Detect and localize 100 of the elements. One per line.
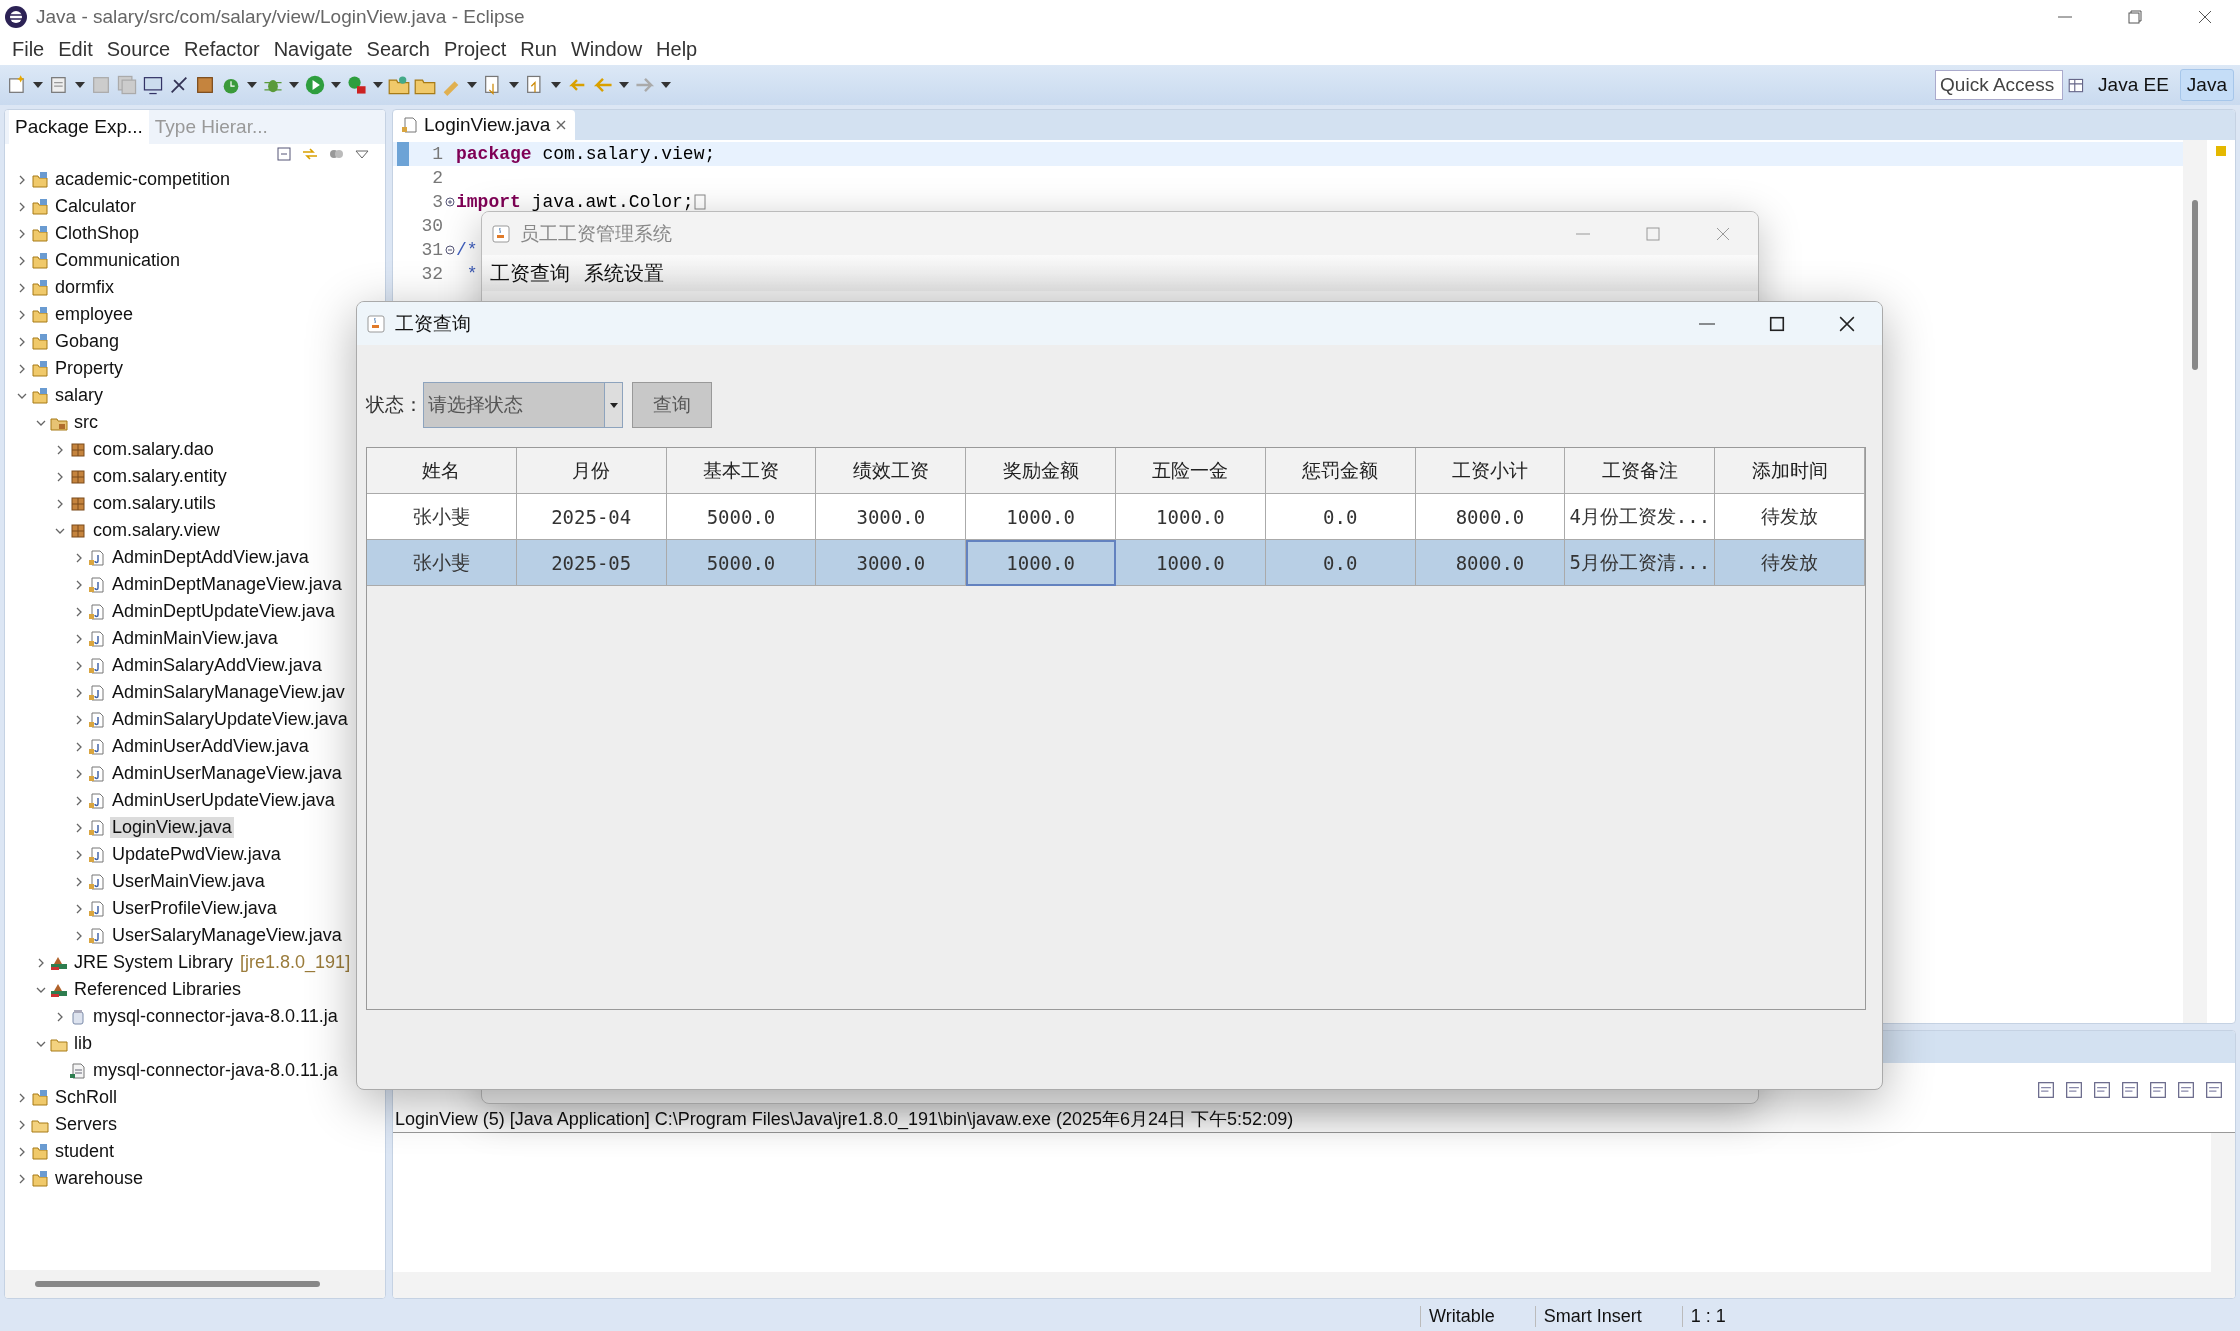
tree-item[interactable]: salary <box>53 385 105 406</box>
column-header[interactable]: 五险一金 <box>1116 448 1266 494</box>
menu-item[interactable]: Source <box>104 37 183 61</box>
dropdown-icon[interactable] <box>246 80 258 90</box>
column-header[interactable]: 工资小计 <box>1415 448 1566 494</box>
chevron-right-icon[interactable] <box>17 255 27 266</box>
menu-item[interactable]: Project <box>442 37 519 61</box>
scrollbar-track[interactable] <box>393 1272 2235 1298</box>
tree-item[interactable]: Referenced Libraries <box>72 979 244 1000</box>
chevron-right-icon[interactable] <box>74 849 84 860</box>
perspective-button[interactable]: Java EE <box>2091 69 2176 101</box>
menu-item[interactable]: Edit <box>56 37 105 61</box>
dropdown-icon[interactable] <box>74 80 86 90</box>
scrollbar-thumb[interactable] <box>35 1281 320 1287</box>
tree-item[interactable]: AdminUserUpdateView.java <box>110 790 337 811</box>
column-header[interactable]: 基本工资 <box>666 448 817 494</box>
menu-item[interactable]: 工资查询 <box>490 259 570 287</box>
tree-item[interactable]: Property <box>53 358 126 379</box>
tree-item[interactable]: AdminUserAddView.java <box>110 736 311 757</box>
chevron-right-icon[interactable] <box>55 444 65 455</box>
perspective-button[interactable]: Java <box>2179 69 2234 101</box>
tree-item[interactable]: mysql-connector-java-8.0.11.ja <box>91 1006 340 1027</box>
tree-item[interactable]: AdminDeptAddView.java <box>110 547 311 568</box>
chevron-right-icon[interactable] <box>17 282 27 293</box>
tree-item[interactable]: JRE System Library <box>72 952 236 973</box>
tree-item[interactable]: UserMainView.java <box>110 871 267 892</box>
chevron-right-icon[interactable] <box>17 228 27 239</box>
column-header[interactable]: 姓名 <box>367 448 517 494</box>
tree-item[interactable]: Communication <box>53 250 183 271</box>
tree-item[interactable]: AdminSalaryAddView.java <box>110 655 324 676</box>
chevron-right-icon[interactable] <box>17 363 27 374</box>
column-header[interactable]: 月份 <box>516 448 667 494</box>
tree-item[interactable]: src <box>72 412 100 433</box>
dropdown-icon[interactable] <box>372 80 384 90</box>
menu-item[interactable]: Window <box>568 37 655 61</box>
tree-item[interactable]: employee <box>53 304 136 325</box>
tree-item[interactable]: LoginView.java <box>110 817 234 838</box>
dropdown-icon[interactable] <box>550 80 562 90</box>
tree-item[interactable]: Gobang <box>53 331 122 352</box>
tree-item[interactable]: AdminDeptManageView.java <box>110 574 344 595</box>
menu-item[interactable]: File <box>10 37 57 61</box>
chevron-right-icon[interactable] <box>74 606 84 617</box>
tree-item[interactable]: AdminSalaryManageView.jav <box>110 682 347 703</box>
tree-item[interactable]: academic-competition <box>53 169 233 190</box>
tree-item[interactable]: com.salary.entity <box>91 466 229 487</box>
status-dropdown[interactable]: 请选择状态 <box>423 382 623 428</box>
scrollbar-thumb[interactable] <box>2192 200 2198 370</box>
dropdown-icon[interactable] <box>32 80 44 90</box>
menu-item[interactable]: Run <box>518 37 569 61</box>
menu-item[interactable]: Navigate <box>271 37 365 61</box>
run-tool-icon[interactable] <box>346 74 368 96</box>
tree-item[interactable]: com.salary.dao <box>91 439 216 460</box>
chevron-right-icon[interactable] <box>74 768 84 779</box>
chevron-right-icon[interactable] <box>17 309 27 320</box>
chevron-right-icon[interactable] <box>36 957 46 968</box>
menu-item[interactable]: Help <box>654 37 710 61</box>
chevron-right-icon[interactable] <box>17 1092 27 1103</box>
chevron-right-icon[interactable] <box>74 903 84 914</box>
dropdown-icon[interactable] <box>508 80 520 90</box>
tree-item[interactable]: com.salary.view <box>91 520 222 541</box>
tree-item[interactable]: SchRoll <box>53 1087 120 1108</box>
tree-item[interactable]: UpdatePwdView.java <box>110 844 283 865</box>
chevron-right-icon[interactable] <box>17 336 27 347</box>
dropdown-icon[interactable] <box>330 80 342 90</box>
tree-item[interactable]: com.salary.utils <box>91 493 218 514</box>
menu-item[interactable]: 系统设置 <box>584 259 664 287</box>
tree-item[interactable]: lib <box>72 1033 94 1054</box>
chevron-right-icon[interactable] <box>17 1146 27 1157</box>
column-header[interactable]: 添加时间 <box>1715 448 1865 494</box>
chevron-right-icon[interactable] <box>17 1119 27 1130</box>
tree-item[interactable]: AdminDeptUpdateView.java <box>110 601 337 622</box>
chevron-right-icon[interactable] <box>74 552 84 563</box>
close-icon[interactable] <box>555 119 568 131</box>
tree-item[interactable]: student <box>53 1141 117 1162</box>
chevron-right-icon[interactable] <box>74 633 84 644</box>
chevron-right-icon[interactable] <box>74 930 84 941</box>
column-header[interactable]: 惩罚金额 <box>1265 448 1416 494</box>
tree-item[interactable]: UserSalaryManageView.java <box>110 925 344 946</box>
chevron-right-icon[interactable] <box>17 201 27 212</box>
chevron-right-icon[interactable] <box>55 498 65 509</box>
quick-access-field[interactable]: Quick Access <box>1935 70 2064 100</box>
tree-item[interactable]: AdminMainView.java <box>110 628 280 649</box>
chevron-right-icon[interactable] <box>74 822 84 833</box>
tree-item[interactable]: Calculator <box>53 196 139 217</box>
package-icon[interactable] <box>194 74 216 96</box>
column-header[interactable]: 绩效工资 <box>816 448 967 494</box>
chevron-right-icon[interactable] <box>74 579 84 590</box>
chevron-right-icon[interactable] <box>17 1173 27 1184</box>
collapse-fold-icon[interactable] <box>444 245 455 255</box>
menu-item[interactable]: Search <box>364 37 442 61</box>
dropdown-icon[interactable] <box>466 80 478 90</box>
tree-item[interactable]: ClothShop <box>53 223 142 244</box>
dropdown-icon[interactable] <box>288 80 300 90</box>
tree-item[interactable]: UserProfileView.java <box>110 898 279 919</box>
view-tab[interactable]: Package Exp... <box>9 110 149 144</box>
column-header[interactable]: 奖励金额 <box>966 448 1116 494</box>
chevron-right-icon[interactable] <box>55 1011 65 1022</box>
column-header[interactable]: 工资备注 <box>1565 448 1716 494</box>
tree-item[interactable]: dormfix <box>53 277 116 298</box>
tree-item[interactable]: mysql-connector-java-8.0.11.ja <box>91 1060 340 1081</box>
